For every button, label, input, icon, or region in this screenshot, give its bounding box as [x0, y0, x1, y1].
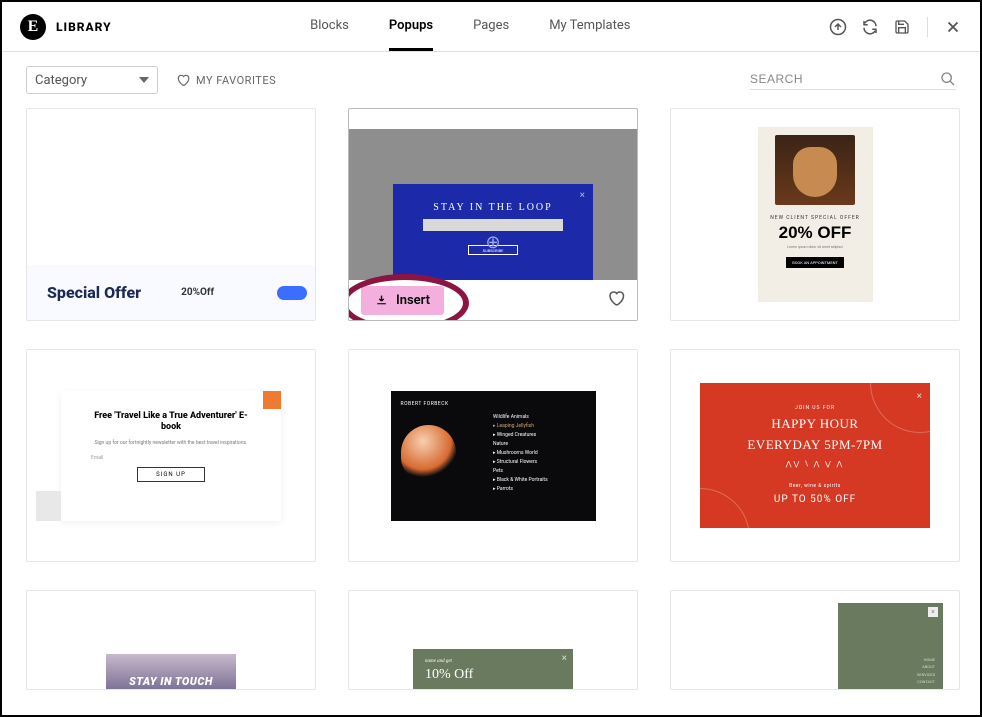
- preview-button: SIGN UP: [137, 467, 205, 482]
- close-icon[interactable]: [944, 18, 962, 36]
- search-wrap: [750, 71, 956, 90]
- preview-item: HOME: [917, 656, 935, 663]
- toolbar: Category MY FAVORITES: [2, 52, 980, 108]
- template-card[interactable]: NEW CLIENT SPECIAL OFFER 20% OFF Lorem i…: [670, 108, 960, 321]
- preview-title: 10% Off: [425, 667, 561, 683]
- template-preview: Free 'Travel Like a True Adventurer' E-b…: [27, 350, 315, 561]
- preview-item: SERVICES: [917, 671, 935, 678]
- close-icon: [263, 391, 281, 409]
- tab-popups[interactable]: Popups: [389, 2, 433, 51]
- template-preview: × name and get 10% Off: [349, 591, 637, 689]
- template-card[interactable]: ROBERT FORBECK Wildlife Animals ▸ Leapin…: [348, 349, 638, 562]
- preview-button: BOOK AN APPOINTMENT: [786, 257, 844, 268]
- zoom-icon: ⊕: [485, 232, 500, 253]
- tab-my-templates[interactable]: My Templates: [549, 2, 630, 51]
- template-card[interactable]: STAY IN TOUCH: [26, 590, 316, 690]
- library-title: LIBRARY: [56, 20, 112, 34]
- tab-pages[interactable]: Pages: [473, 2, 509, 51]
- preview-item: ▸ Winged Creatures: [493, 431, 586, 440]
- preview-kicker: JOIN US FOR: [795, 405, 835, 411]
- heart-outline-icon: [607, 289, 625, 307]
- preview-title: 20% OFF: [779, 223, 852, 243]
- preview-title: Special Offer: [47, 283, 141, 302]
- preview-item: ▸ Parrots: [493, 485, 586, 494]
- template-card[interactable]: × name and get 10% Off: [348, 590, 638, 690]
- template-card[interactable]: × JOIN US FOR HAPPY HOUR EVERYDAY 5PM-7P…: [670, 349, 960, 562]
- preview-item: CONTACT: [917, 678, 935, 685]
- preview-item: ▸ Black & White Portraits: [493, 476, 586, 485]
- decoration-icon: [670, 488, 750, 562]
- preview-kicker: name and get: [425, 659, 561, 664]
- close-icon: ×: [580, 190, 585, 201]
- divider: [927, 17, 928, 37]
- favorites-label: MY FAVORITES: [196, 74, 276, 87]
- insert-button[interactable]: Insert: [361, 286, 444, 315]
- preview-item: ▸ Mushrooms World: [493, 449, 586, 458]
- decoration-icon: [870, 349, 960, 433]
- favorite-button[interactable]: [607, 289, 625, 311]
- upload-icon[interactable]: [829, 18, 847, 36]
- preview-sub: Sign up for our fortnightly newsletter w…: [95, 440, 248, 447]
- preview-image-icon: [401, 425, 456, 480]
- library-header: E LIBRARY Blocks Popups Pages My Templat…: [2, 2, 980, 52]
- template-preview: Special Offer 20%Off: [27, 109, 315, 320]
- preview-input-icon: [423, 219, 563, 231]
- preview-discount: 20%Off: [181, 287, 214, 298]
- preview-off: UP TO 50% OFF: [774, 494, 856, 505]
- elementor-logo-icon: E: [20, 14, 46, 40]
- preview-menu: HOME ABOUT SERVICES CONTACT: [917, 656, 935, 685]
- header-actions: [829, 17, 962, 37]
- preview-title: Free 'Travel Like a True Adventurer' E-b…: [91, 411, 251, 434]
- preview-item: Nature: [493, 440, 586, 449]
- preview-item: ABOUT: [917, 663, 935, 670]
- preview-line1: HAPPY HOUR: [771, 416, 858, 432]
- close-icon: ×: [562, 653, 567, 664]
- insert-label: Insert: [396, 293, 430, 308]
- template-card[interactable]: Free 'Travel Like a True Adventurer' E-b…: [26, 349, 316, 562]
- save-icon[interactable]: [893, 18, 911, 36]
- template-preview: ROBERT FORBECK Wildlife Animals ▸ Leapin…: [349, 350, 637, 561]
- search-icon[interactable]: [940, 71, 956, 87]
- template-grid: Special Offer 20%Off × STAY IN THE LOOP …: [2, 108, 980, 690]
- tab-blocks[interactable]: Blocks: [310, 2, 349, 51]
- download-icon: [375, 294, 388, 307]
- template-preview: × JOIN US FOR HAPPY HOUR EVERYDAY 5PM-7P…: [671, 350, 959, 561]
- preview-sub: Lorem ipsum dolor sit amet adipisci: [787, 245, 843, 249]
- preview-symbols: ⋀⋁ \ ⋀ ⋁ ⋀: [786, 460, 845, 468]
- preview-image-icon: [775, 135, 855, 205]
- caret-down-icon: [139, 77, 149, 83]
- template-preview: × HOME ABOUT SERVICES CONTACT: [671, 591, 959, 689]
- preview-line2: EVERYDAY 5PM-7PM: [747, 437, 882, 453]
- my-favorites-filter[interactable]: MY FAVORITES: [176, 73, 276, 87]
- preview-menu: Wildlife Animals ▸ Leaping Jellyfish ▸ W…: [493, 401, 586, 511]
- template-card[interactable]: Special Offer 20%Off: [26, 108, 316, 321]
- close-icon: ×: [928, 607, 938, 617]
- preview-side-icon: [36, 491, 61, 521]
- preview-sub: Beer, wine & spirits: [789, 483, 841, 489]
- logo: E LIBRARY: [20, 14, 112, 40]
- preview-title: STAY IN TOUCH: [106, 654, 236, 690]
- template-card[interactable]: × STAY IN THE LOOP ⊕ SUBSCRIBE Insert: [348, 108, 638, 321]
- preview-button-icon: [277, 286, 307, 300]
- category-label: Category: [35, 73, 87, 88]
- category-dropdown[interactable]: Category: [26, 66, 158, 94]
- nav-tabs: Blocks Popups Pages My Templates: [112, 2, 829, 51]
- preview-kicker: NEW CLIENT SPECIAL OFFER: [770, 215, 860, 221]
- template-preview: NEW CLIENT SPECIAL OFFER 20% OFF Lorem i…: [671, 109, 959, 320]
- preview-item: ▸ Structural Flowers: [493, 458, 586, 467]
- preview-item: Pets: [493, 467, 586, 476]
- preview-label: Email: [91, 455, 103, 461]
- preview-brand: ROBERT FORBECK: [401, 401, 494, 407]
- template-card[interactable]: × HOME ABOUT SERVICES CONTACT: [670, 590, 960, 690]
- search-input[interactable]: [750, 72, 940, 86]
- template-preview: STAY IN TOUCH: [27, 591, 315, 689]
- card-footer: Insert: [349, 280, 637, 320]
- preview-item: Wildlife Animals: [493, 413, 586, 422]
- heart-outline-icon: [176, 73, 190, 87]
- preview-item: ▸ Leaping Jellyfish: [493, 422, 586, 431]
- sync-icon[interactable]: [861, 18, 879, 36]
- preview-title: STAY IN THE LOOP: [433, 202, 552, 213]
